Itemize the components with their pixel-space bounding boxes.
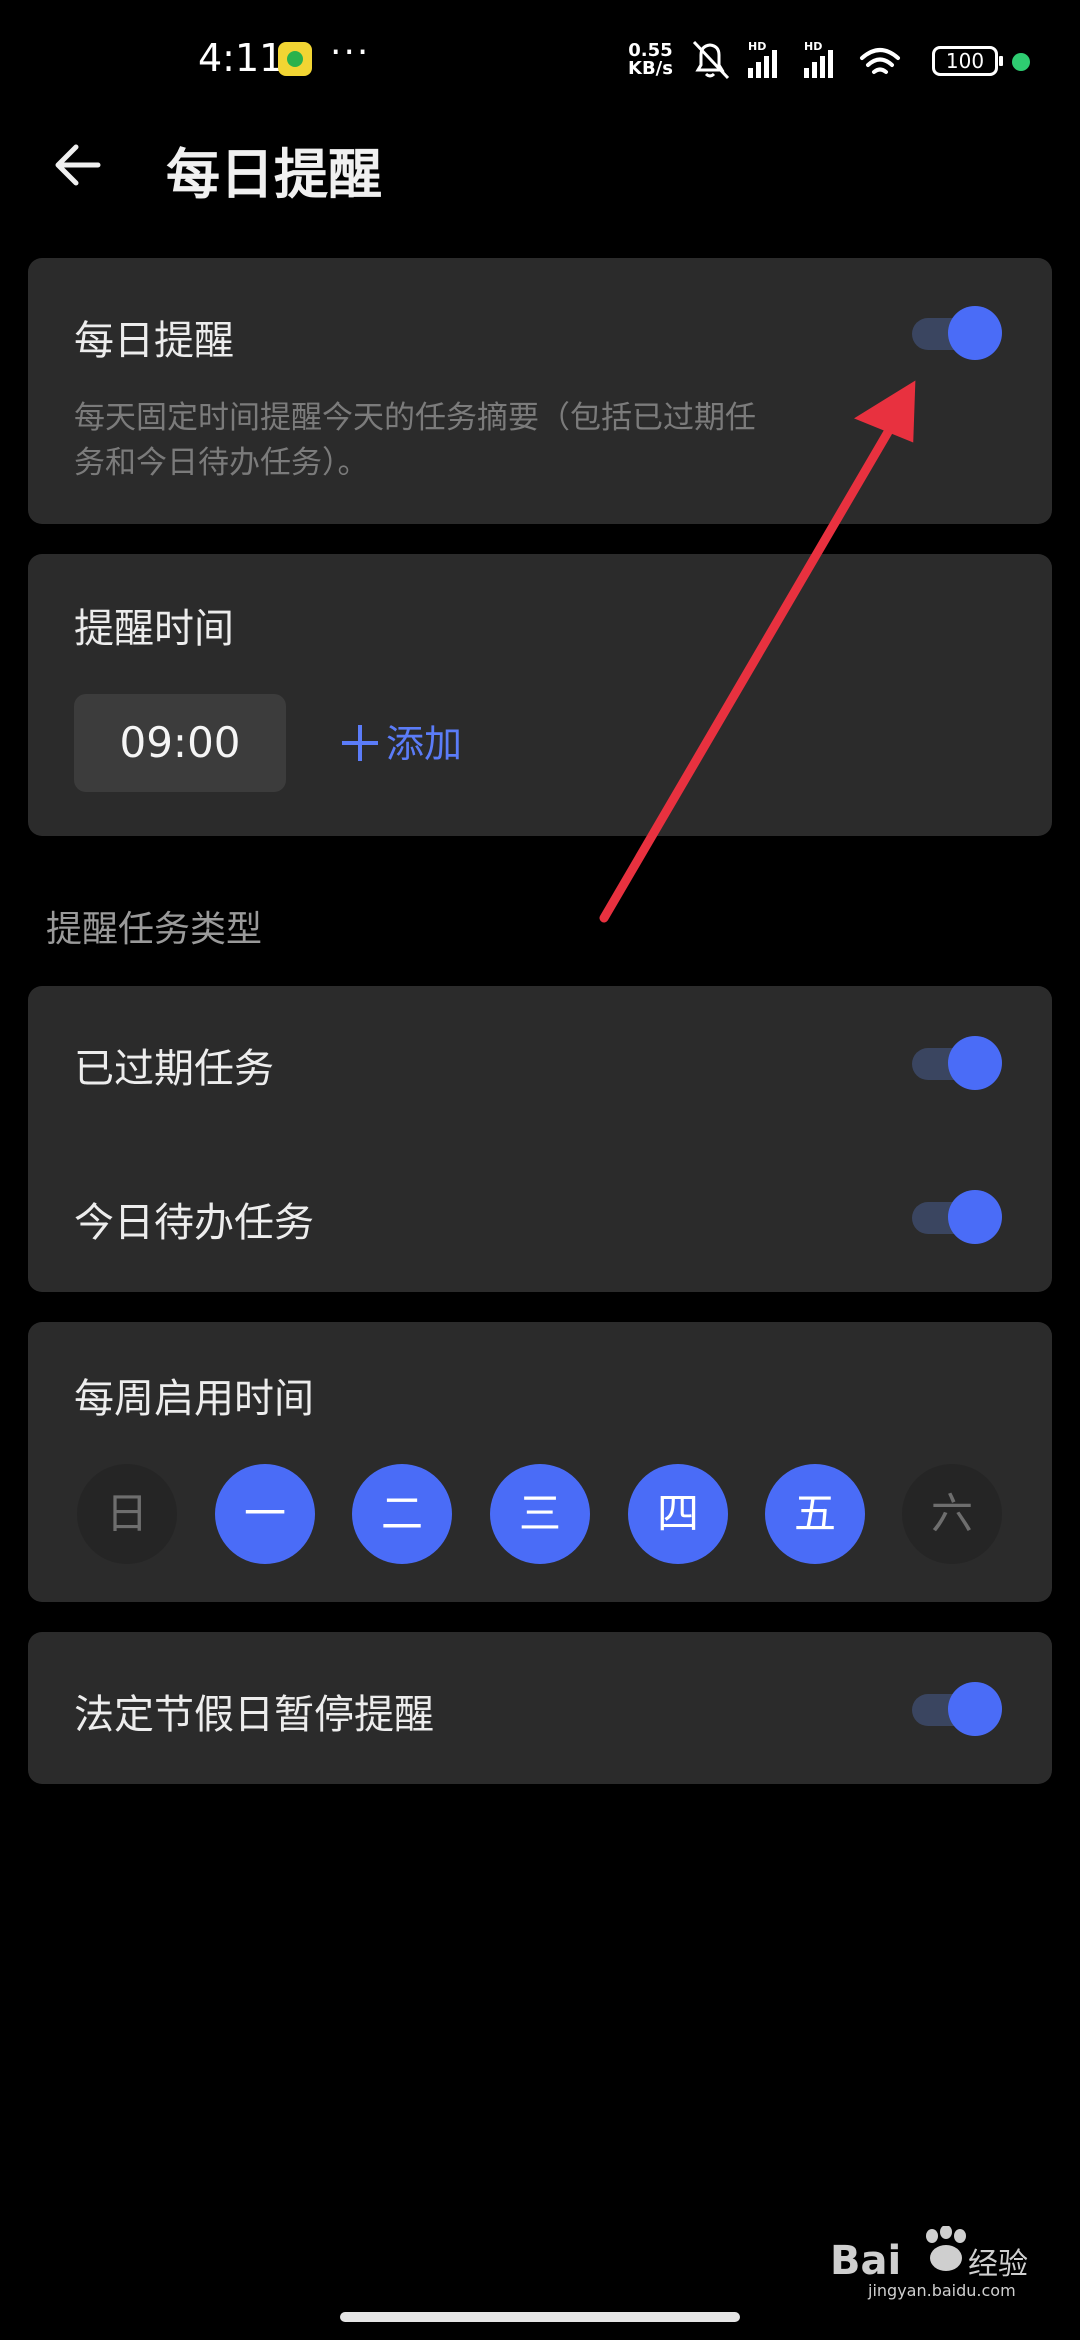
svg-text:经验: 经验 bbox=[968, 2247, 1028, 2282]
overdue-tasks-toggle[interactable] bbox=[912, 1036, 1002, 1090]
reminder-time-chip[interactable]: 09:00 bbox=[74, 694, 286, 792]
gesture-nav-bar[interactable] bbox=[340, 2312, 740, 2322]
day-monday[interactable]: 一 bbox=[215, 1464, 315, 1564]
daily-reminder-title: 每日提醒 bbox=[74, 318, 234, 364]
reminder-time-title: 提醒时间 bbox=[74, 606, 234, 652]
task-types-card: 已过期任务 今日待办任务 bbox=[28, 986, 1052, 1292]
page-title: 每日提醒 bbox=[166, 143, 382, 206]
status-icons: HD HD bbox=[692, 40, 900, 80]
mute-icon bbox=[692, 40, 730, 80]
svg-text:HD: HD bbox=[804, 40, 822, 53]
add-time-label: 添加 bbox=[386, 722, 463, 766]
holiday-pause-toggle[interactable] bbox=[912, 1682, 1002, 1736]
reminder-time-card: 提醒时间 09:00 添加 bbox=[28, 554, 1052, 836]
wifi-icon bbox=[860, 48, 900, 74]
battery-icon: 100 bbox=[932, 46, 1003, 76]
toggle-knob bbox=[948, 1036, 1002, 1090]
daily-reminder-description: 每天固定时间提醒今天的任务摘要（包括已过期任务和今日待办任务）。 bbox=[74, 400, 756, 481]
today-tasks-label: 今日待办任务 bbox=[74, 1200, 314, 1246]
more-notifications-icon: ··· bbox=[330, 32, 371, 73]
signal-icon-2: HD bbox=[804, 40, 833, 78]
status-time: 4:11 bbox=[198, 36, 284, 80]
day-friday[interactable]: 五 bbox=[765, 1464, 865, 1564]
day-wednesday[interactable]: 三 bbox=[490, 1464, 590, 1564]
svg-text:Bai: Bai bbox=[830, 2238, 901, 2284]
add-time-button[interactable]: 添加 bbox=[342, 714, 462, 774]
status-bar: 4:11 ··· 0.55 KB/s HD HD 100 bbox=[0, 0, 1080, 120]
weekly-schedule-title: 每周启用时间 bbox=[74, 1376, 314, 1422]
toggle-knob bbox=[948, 306, 1002, 360]
charging-indicator bbox=[1012, 53, 1030, 71]
svg-text:HD: HD bbox=[748, 40, 766, 53]
back-button[interactable] bbox=[48, 135, 108, 195]
page: 4:11 ··· 0.55 KB/s HD HD 100 每日提醒 每日提醒 每… bbox=[0, 0, 1080, 2340]
daily-reminder-card: 每日提醒 每天固定时间提醒今天的任务摘要（包括已过期任务和今日待办任务）。 bbox=[28, 258, 1052, 524]
svg-text:jingyan.baidu.com: jingyan.baidu.com bbox=[867, 2281, 1016, 2300]
day-thursday[interactable]: 四 bbox=[628, 1464, 728, 1564]
toggle-knob bbox=[948, 1682, 1002, 1736]
day-saturday[interactable]: 六 bbox=[902, 1464, 1002, 1564]
daily-reminder-toggle[interactable] bbox=[912, 306, 1002, 360]
holiday-pause-card: 法定节假日暂停提醒 bbox=[28, 1632, 1052, 1784]
toggle-knob bbox=[948, 1190, 1002, 1244]
day-tuesday[interactable]: 二 bbox=[352, 1464, 452, 1564]
network-speed: 0.55 KB/s bbox=[628, 42, 673, 78]
task-types-section-label: 提醒任务类型 bbox=[46, 909, 263, 950]
baidu-jingyan-watermark: Bai 经验 jingyan.baidu.com bbox=[830, 2226, 1028, 2300]
holiday-pause-label: 法定节假日暂停提醒 bbox=[74, 1692, 434, 1738]
signal-icon-1: HD bbox=[748, 40, 777, 78]
back-arrow-icon bbox=[55, 144, 101, 186]
day-sunday[interactable]: 日 bbox=[77, 1464, 177, 1564]
baidu-paw-icon bbox=[926, 2226, 966, 2271]
today-tasks-toggle[interactable] bbox=[912, 1190, 1002, 1244]
overdue-tasks-label: 已过期任务 bbox=[74, 1046, 274, 1092]
network-speed-unit: KB/s bbox=[628, 58, 673, 79]
plus-icon bbox=[342, 724, 378, 761]
music-app-icon bbox=[278, 42, 312, 76]
